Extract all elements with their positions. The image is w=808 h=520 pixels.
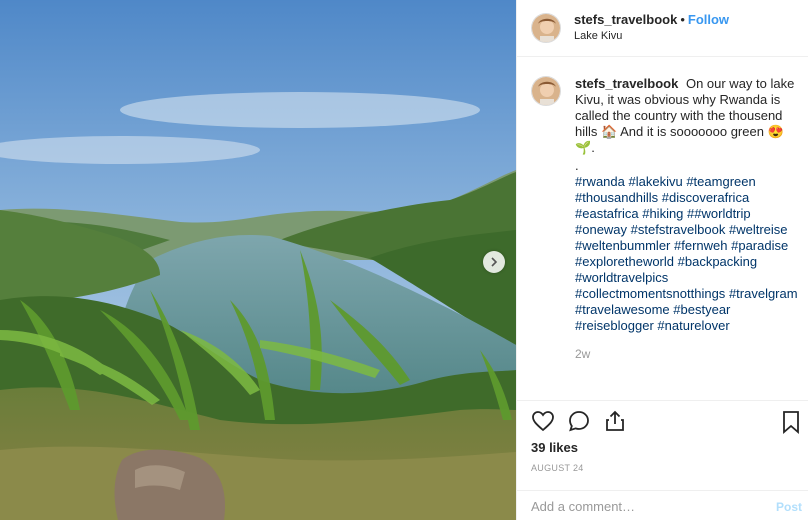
bookmark-icon[interactable]: [780, 410, 802, 434]
lake-kivu-photo: [0, 0, 516, 520]
hashtag[interactable]: #travelgram: [729, 286, 798, 301]
hashtag[interactable]: #backpacking: [678, 254, 758, 269]
caption-text-3: .: [591, 140, 595, 155]
avatar[interactable]: [531, 13, 561, 43]
hashtag[interactable]: #collectmomentsnotthings: [575, 286, 725, 301]
post-comment-button[interactable]: Post: [776, 500, 802, 514]
post-side-panel: stefs_travelbook • Follow Lake Kivu stefs_…: [516, 0, 808, 520]
hashtag[interactable]: #weltenbummler: [575, 238, 670, 253]
separator-dot: •: [680, 12, 685, 27]
hashtag[interactable]: #eastafrica: [575, 206, 639, 221]
caption-text-2: And it is sooooooo green: [620, 124, 764, 139]
follow-button[interactable]: Follow: [688, 12, 729, 27]
seedling-emoji-icon: 🌱: [575, 140, 592, 155]
hashtag[interactable]: #oneway: [575, 222, 627, 237]
hashtag[interactable]: #rwanda: [575, 174, 625, 189]
hashtag[interactable]: #bestyear: [673, 302, 730, 317]
hashtag[interactable]: #worldtravelpics: [575, 270, 668, 285]
caption-time[interactable]: 2w: [575, 346, 799, 362]
hashtag[interactable]: #exploretheworld: [575, 254, 674, 269]
hashtag-list: #rwanda #lakekivu #teamgreen #thousandhi…: [575, 174, 799, 334]
hashtag[interactable]: #lakekivu: [629, 174, 683, 189]
hashtag[interactable]: #naturelover: [657, 318, 729, 333]
post-actions: 39 likes AUGUST 24 Post: [517, 400, 808, 520]
location-link[interactable]: Lake Kivu: [574, 28, 729, 44]
hashtag[interactable]: #paradise: [731, 238, 788, 253]
post-date[interactable]: AUGUST 24: [531, 463, 584, 473]
share-icon[interactable]: [603, 409, 627, 433]
profile-photo-icon: [532, 77, 560, 105]
caption: stefs_travelbook On our way to lake Kivu…: [531, 76, 799, 362]
comment-input[interactable]: [531, 491, 761, 520]
hashtag[interactable]: #fernweh: [674, 238, 727, 253]
hashtag[interactable]: #hiking: [642, 206, 683, 221]
post-photo[interactable]: [0, 0, 516, 520]
hashtag[interactable]: #travelawesome: [575, 302, 670, 317]
caption-dot-line: .: [575, 158, 579, 173]
hashtag[interactable]: #teamgreen: [686, 174, 755, 189]
house-emoji-icon: 🏠: [601, 124, 618, 139]
heart-icon[interactable]: [531, 409, 555, 433]
hashtag[interactable]: #thousandhills: [575, 190, 658, 205]
post-header: stefs_travelbook • Follow Lake Kivu: [517, 0, 808, 57]
chevron-right-icon: [491, 257, 498, 267]
likes-count[interactable]: 39 likes: [531, 440, 578, 455]
profile-photo-icon: [532, 14, 560, 42]
next-photo-button[interactable]: [483, 251, 505, 273]
comment-bar: Post: [517, 490, 808, 520]
hashtag[interactable]: #stefstravelbook: [631, 222, 726, 237]
hashtag[interactable]: #discoverafrica: [662, 190, 749, 205]
header-username[interactable]: stefs_travelbook: [574, 12, 677, 27]
hashtag[interactable]: #reiseblogger: [575, 318, 654, 333]
heart-eyes-emoji-icon: 😍: [767, 124, 784, 139]
caption-username[interactable]: stefs_travelbook: [575, 76, 678, 91]
caption-avatar[interactable]: [531, 76, 561, 106]
hashtag[interactable]: #weltreise: [729, 222, 788, 237]
hashtag[interactable]: ##worldtrip: [687, 206, 751, 221]
comment-bubble-icon[interactable]: [567, 409, 591, 433]
